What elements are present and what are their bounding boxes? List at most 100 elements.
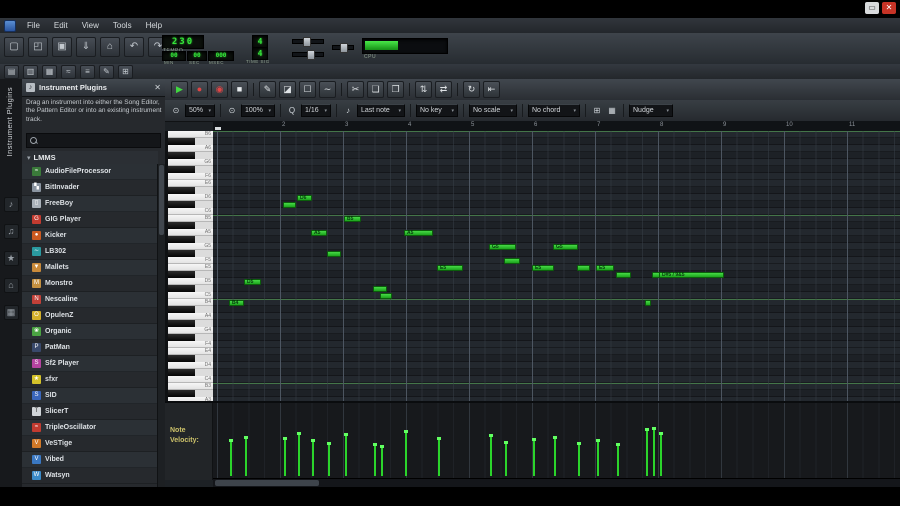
note[interactable]: E5 [596,264,614,271]
piano-key-B4[interactable]: B4 [168,299,213,306]
controller-rack-icon[interactable]: ⊞ [118,65,133,79]
record-icon[interactable]: ● [191,81,208,98]
plugin-item[interactable]: ★ sfxr [22,372,158,388]
note-grid[interactable]: B4 D5 D6 A5 B5 A5 E5 G5 E5 G5 E5 D#5 / 9&5 [213,131,900,401]
plugins-panel-close-icon[interactable]: ✕ [154,83,161,92]
piano-key-E5[interactable]: E5 [168,264,213,271]
zoom-y-combo[interactable]: 100% ▾ [241,104,275,117]
detune-mode-icon[interactable]: ∼ [319,81,336,98]
plugin-item[interactable]: P PatMan [22,340,158,356]
velocity-handle[interactable] [344,433,348,476]
piano-key-A4[interactable]: A4 [168,313,213,320]
velocity-handle[interactable] [380,445,384,476]
flip-y-icon[interactable]: ⇅ [415,81,432,98]
note[interactable]: D6 [297,194,312,201]
plugin-item[interactable]: N Nescaline [22,292,158,308]
note[interactable] [373,285,387,292]
note-length-icon[interactable]: ♪ [342,105,354,117]
plugin-item[interactable]: V Vibed [22,452,158,468]
menu-edit[interactable]: Edit [47,18,75,33]
velocity-handle[interactable] [616,443,620,476]
note[interactable] [616,271,631,278]
velocity-handle[interactable] [504,441,508,476]
plugin-list-scrollbar[interactable] [157,164,165,487]
piano-key-A#3[interactable] [168,390,213,397]
velocity-handle[interactable] [577,442,581,476]
piano-key-G#6[interactable] [168,152,213,159]
master-pitch-slider[interactable] [292,50,324,60]
note[interactable]: A5 [311,229,327,236]
note[interactable] [577,264,590,271]
record-play-icon[interactable]: ◉ [211,81,228,98]
song-editor-icon[interactable]: ▤ [4,65,19,79]
samples-tab-icon[interactable]: ♫ [3,224,19,239]
plugin-item[interactable]: V VeSTige [22,436,158,452]
menu-help[interactable]: Help [139,18,169,33]
plugin-item[interactable]: W Watsyn [22,468,158,484]
fx-mixer-icon[interactable]: ≡ [80,65,95,79]
master-pitch-handle[interactable] [307,50,315,60]
piano-key-C5[interactable]: C5 [168,292,213,299]
plugin-item[interactable]: ∼ LB302 [22,244,158,260]
piano-key-F6[interactable]: F6 [168,173,213,180]
menu-file[interactable]: File [20,18,47,33]
key-combo[interactable]: No key ▾ [416,104,458,117]
piano-key-A#5[interactable] [168,222,213,229]
piano-key-F#6[interactable] [168,166,213,173]
piano-key-B6[interactable]: B6 [168,131,213,138]
plugin-item[interactable]: ● Kicker [22,228,158,244]
plugin-search-box[interactable] [26,133,161,148]
menu-tools[interactable]: Tools [106,18,139,33]
piano-key-D6[interactable]: D6 [168,194,213,201]
piano-key-D#4[interactable] [168,355,213,362]
open-project-icon[interactable]: ◰ [28,37,48,57]
zoom-x-combo[interactable]: 50% ▾ [185,104,215,117]
velocity-handle[interactable] [327,442,331,476]
piano-key-G#4[interactable] [168,320,213,327]
instruments-tab-icon[interactable]: ♪ [3,197,19,212]
menu-view[interactable]: View [75,18,106,33]
velocity-handle[interactable] [489,434,493,476]
piano-key-D#5[interactable] [168,271,213,278]
piano-key-C#4[interactable] [168,369,213,376]
note[interactable] [380,292,392,299]
play-icon[interactable]: ▶ [171,81,188,98]
new-project-icon[interactable]: ▢ [4,37,24,57]
velocity-handle[interactable] [373,443,377,476]
export-project-icon[interactable]: ⇓ [76,37,96,57]
undo-icon[interactable]: ↶ [124,37,144,57]
piano-key-F#5[interactable] [168,250,213,257]
piano-key-C#5[interactable] [168,285,213,292]
automation-editor-icon[interactable]: ≈ [61,65,76,79]
note[interactable] [327,250,341,257]
piano-key-G6[interactable]: G6 [168,159,213,166]
plugin-item[interactable]: ▚ BitInvader [22,180,158,196]
zoom-y-icon[interactable]: ⊙ [226,105,238,117]
note[interactable]: E5 [532,264,554,271]
piano-key-D4[interactable]: D4 [168,362,213,369]
note[interactable]: G5 [489,243,516,250]
piano-key-C6[interactable]: C6 [168,208,213,215]
save-project-icon[interactable]: ▣ [52,37,72,57]
aux-slider-handle[interactable] [340,43,348,53]
flip-x-icon[interactable]: ⇄ [435,81,452,98]
velocity-handle[interactable] [283,437,287,476]
velocity-handle[interactable] [244,436,248,476]
velocity-handle[interactable] [311,439,315,476]
note[interactable]: D#5 / 9&5 [659,271,724,278]
piano-key-F4[interactable]: F4 [168,341,213,348]
whats-new-icon[interactable]: ⌂ [100,37,120,57]
home-tab-icon[interactable]: ⌂ [3,278,19,293]
close-button[interactable]: ✕ [882,2,896,14]
playhead-marker[interactable] [215,127,221,130]
velocity-handle[interactable] [596,439,600,476]
plugin-item[interactable]: S SID [22,388,158,404]
quantize-icon[interactable]: Q [286,105,298,117]
piano-key-A#6[interactable] [168,138,213,145]
chord-combo[interactable]: No chord ▾ [528,104,580,117]
master-volume-handle[interactable] [303,37,311,47]
velocity-handle[interactable] [229,439,233,476]
plugin-item[interactable]: O OpulenZ [22,308,158,324]
aux-slider[interactable] [332,43,354,53]
note[interactable]: A5 [404,229,433,236]
